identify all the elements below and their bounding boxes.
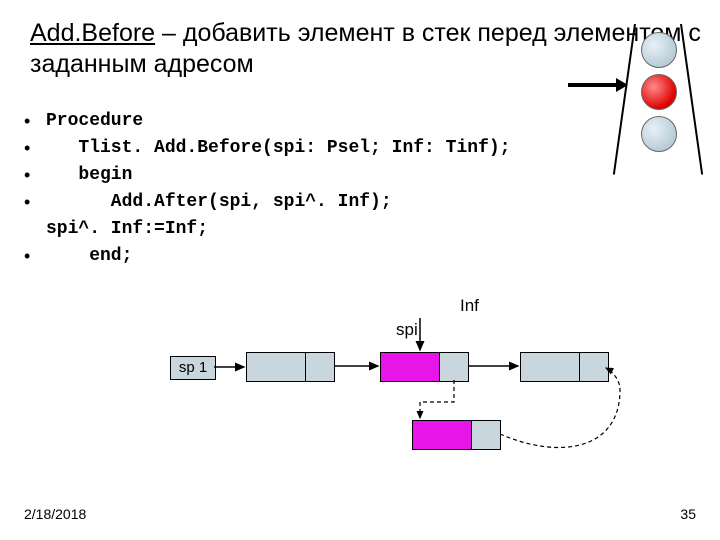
stack-illustration <box>630 14 686 174</box>
slide-title: Add.Before – добавить элемент в стек пер… <box>30 18 720 81</box>
insert-arrow <box>568 78 628 92</box>
node-new <box>412 420 501 450</box>
linked-list-diagram: Inf spi sp 1 <box>150 330 670 490</box>
ball-top <box>641 32 677 68</box>
footer-date: 2/18/2018 <box>24 506 86 522</box>
ball-inserted <box>641 74 677 110</box>
node-spi <box>380 352 469 382</box>
ball-bottom <box>641 116 677 152</box>
label-inf: Inf <box>460 296 479 316</box>
node-1 <box>246 352 335 382</box>
footer-page-number: 35 <box>680 506 696 522</box>
label-spi: spi <box>396 320 418 340</box>
code-block: •Procedure • Tlist. Add.Before(spi: Psel… <box>24 108 510 270</box>
node-3 <box>520 352 609 382</box>
sp1-box: sp 1 <box>170 356 216 380</box>
title-term: Add.Before <box>30 19 155 47</box>
